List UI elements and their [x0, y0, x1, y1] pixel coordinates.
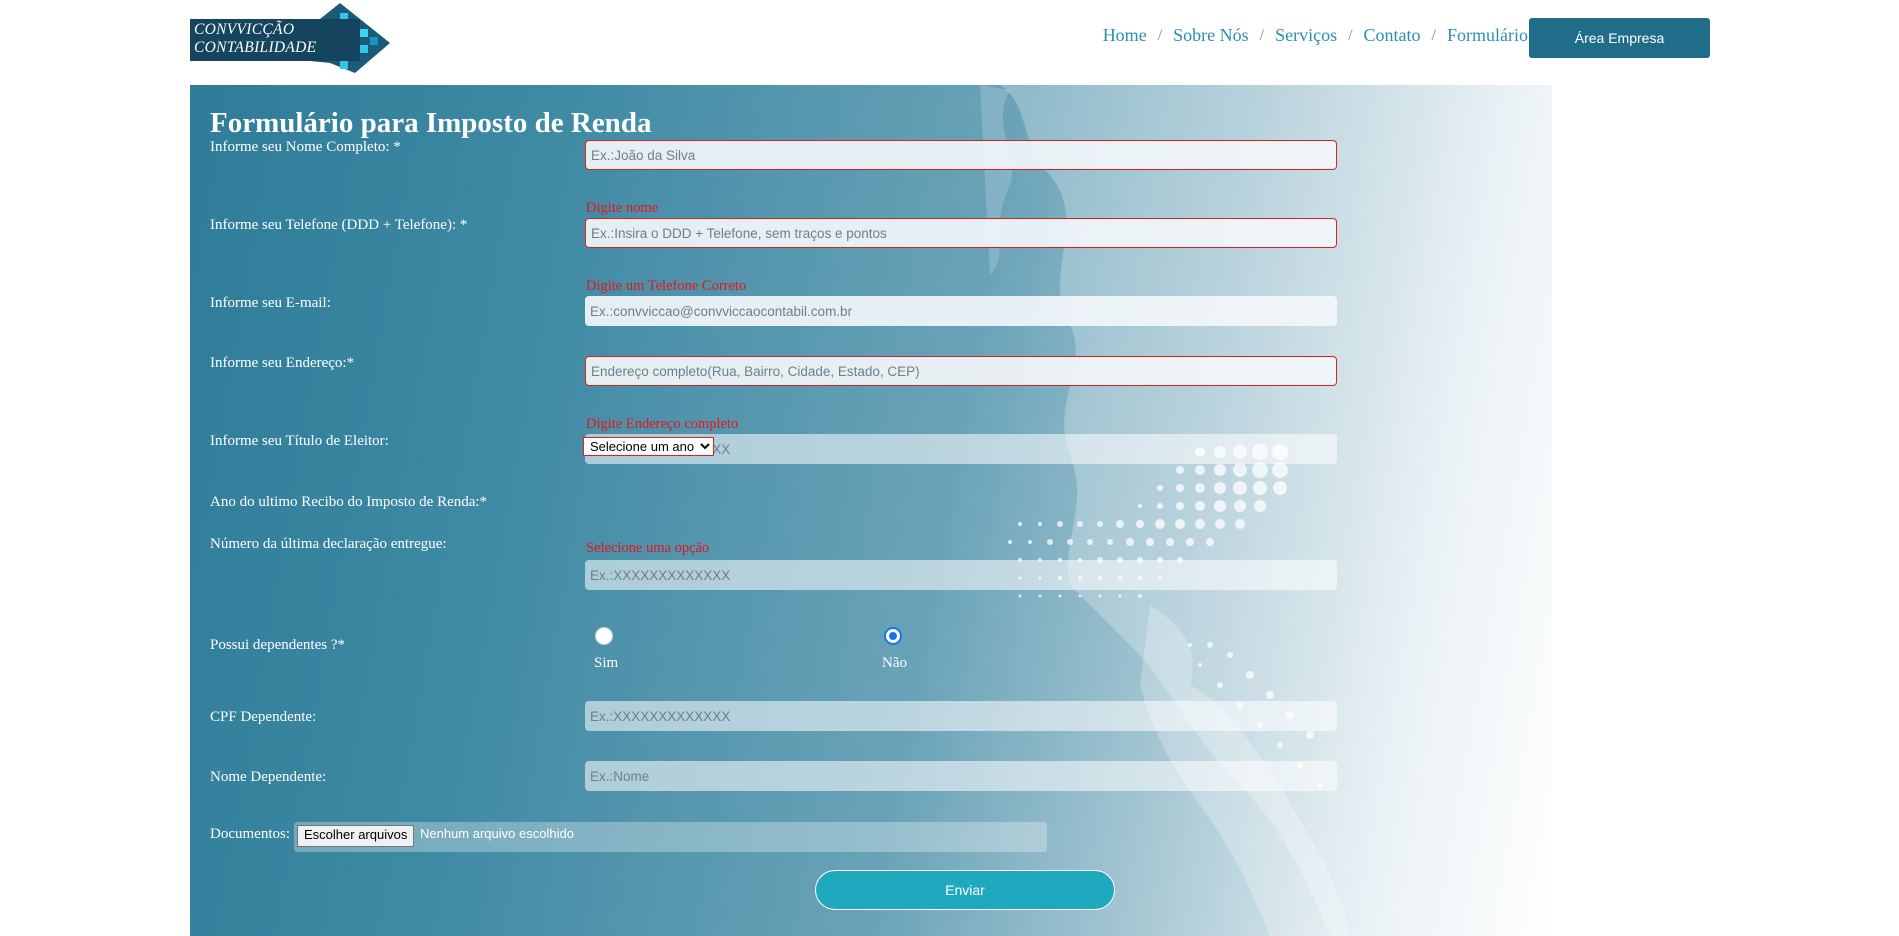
file-status-text: Nenhum arquivo escolhido: [420, 826, 574, 841]
cpf-dependente-label: CPF Dependente:: [210, 709, 317, 725]
area-empresa-button[interactable]: Área Empresa: [1529, 18, 1710, 58]
ano-label: Ano do ultimo Recibo do Imposto de Renda…: [210, 494, 488, 510]
nav-separator: /: [1431, 26, 1436, 44]
logo-text: CONVVICÇÃO CONTABILIDADE: [194, 21, 316, 57]
nome-error: Digite nome: [586, 200, 659, 216]
documentos-file-input[interactable]: Escolher arquivos Nenhum arquivo escolhi…: [294, 822, 1047, 852]
nav-servicos[interactable]: Serviços: [1275, 25, 1337, 46]
endereco-error: Digite Endereço completo: [586, 416, 739, 432]
ano-error: Selecione uma opção: [586, 540, 710, 556]
logo-line-2: CONTABILIDADE: [194, 39, 317, 56]
form-panel: Formulário para Imposto de Renda Informe…: [190, 85, 1552, 936]
titulo-label: Informe seu Título de Eleitor:: [210, 433, 389, 449]
nome-input[interactable]: [585, 140, 1337, 170]
cpf-dependente-input[interactable]: [585, 701, 1337, 731]
nav-home[interactable]: Home: [1103, 25, 1147, 46]
nome-dependente-label: Nome Dependente:: [210, 769, 327, 785]
nome-dependente-input[interactable]: [585, 761, 1337, 791]
dependentes-sim-label: Sim: [594, 655, 619, 671]
telefone-input[interactable]: [585, 218, 1337, 248]
endereco-label: Informe seu Endereço:*: [210, 355, 355, 371]
logo[interactable]: CONVVICÇÃO CONTABILIDADE: [190, 3, 390, 73]
logo-line-1: CONVVICÇÃO: [194, 21, 295, 38]
nav-formulario[interactable]: Formulário: [1447, 25, 1528, 46]
email-label: Informe seu E-mail:: [210, 295, 331, 311]
nome-label: Informe seu Nome Completo: *: [210, 139, 401, 155]
nav-separator: /: [1348, 26, 1353, 44]
main-nav: Home / Sobre Nós / Serviços / Contato / …: [1103, 25, 1528, 46]
dependentes-sim-radio[interactable]: [595, 627, 613, 645]
nav-sobre-nos[interactable]: Sobre Nós: [1173, 25, 1249, 46]
nav-separator: /: [1157, 26, 1163, 44]
ano-select[interactable]: Selecione um ano: [583, 437, 714, 456]
telefone-label: Informe seu Telefone (DDD + Telefone): *: [210, 217, 468, 233]
nav-contato[interactable]: Contato: [1364, 25, 1421, 46]
dependentes-nao-radio[interactable]: [884, 627, 902, 645]
declaracao-label: Número da última declaração entregue:: [210, 536, 447, 552]
submit-button[interactable]: Enviar: [815, 870, 1115, 910]
telefone-error: Digite um Telefone Correto: [586, 278, 747, 294]
email-input[interactable]: [585, 296, 1337, 326]
dependentes-label: Possui dependentes ?*: [210, 637, 345, 653]
choose-files-button[interactable]: Escolher arquivos: [297, 825, 415, 847]
declaracao-input[interactable]: [585, 560, 1337, 590]
nav-separator: /: [1259, 26, 1265, 44]
endereco-input[interactable]: [585, 356, 1337, 386]
documentos-label: Documentos:: [210, 826, 290, 842]
dependentes-nao-label: Não: [882, 655, 907, 671]
form-title: Formulário para Imposto de Renda: [210, 107, 652, 139]
